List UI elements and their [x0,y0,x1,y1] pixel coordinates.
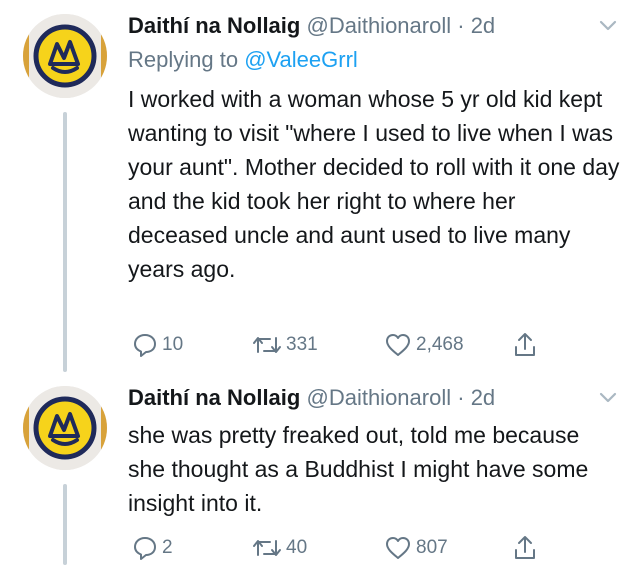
thread-line [63,484,67,565]
tweet-text: I worked with a woman whose 5 yr old kid… [128,86,620,282]
speech-bubble-icon [132,535,162,561]
like-button[interactable]: 807 [384,533,448,563]
like-count: 807 [416,537,448,558]
tweet-actions: 10 331 2,468 [128,330,620,360]
retweet-count: 331 [286,334,318,355]
share-up-arrow-icon [512,331,542,359]
tweet-header: Daithí na Nollaig @Daithionaroll · 2d [128,384,495,412]
handle[interactable]: @Daithionaroll [306,385,451,410]
thread-line [63,112,67,372]
tweet[interactable]: Daithí na Nollaig @Daithionaroll · 2d Re… [0,0,640,372]
timestamp[interactable]: 2d [471,13,495,38]
tweet-actions: 2 40 807 [128,533,620,563]
retweet-arrows-icon [252,332,286,358]
heart-icon [384,332,416,358]
replying-to: Replying to @ValeeGrrl [128,46,358,74]
retweet-arrows-icon [252,535,286,561]
timestamp[interactable]: 2d [471,385,495,410]
tweet[interactable]: Daithí na Nollaig @Daithionaroll · 2d sh… [0,372,640,565]
reply-button[interactable]: 2 [132,533,173,563]
like-button[interactable]: 2,468 [384,330,464,360]
tweet-text: she was pretty freaked out, told me beca… [128,422,589,516]
retweet-button[interactable]: 40 [252,533,307,563]
reply-button[interactable]: 10 [132,330,183,360]
handle[interactable]: @Daithionaroll [306,13,451,38]
reply-count: 10 [162,334,184,355]
chevron-down-icon[interactable] [596,14,620,38]
speech-bubble-icon [132,332,162,358]
separator-dot: · [457,13,465,38]
heart-icon [384,535,416,561]
chevron-down-icon[interactable] [596,386,620,410]
avatar[interactable] [23,14,107,98]
tweet-header: Daithí na Nollaig @Daithionaroll · 2d [128,12,495,40]
replying-to-label: Replying to [128,47,245,72]
display-name[interactable]: Daithí na Nollaig [128,385,300,410]
mention-link[interactable]: @ValeeGrrl [244,47,358,72]
share-button[interactable] [512,330,542,360]
share-up-arrow-icon [512,534,542,562]
separator-dot: · [457,385,465,410]
like-count: 2,468 [416,334,464,355]
retweet-button[interactable]: 331 [252,330,318,360]
retweet-count: 40 [286,537,308,558]
display-name[interactable]: Daithí na Nollaig [128,13,300,38]
avatar[interactable] [23,386,107,470]
reply-count: 2 [162,537,173,558]
share-button[interactable] [512,533,542,563]
